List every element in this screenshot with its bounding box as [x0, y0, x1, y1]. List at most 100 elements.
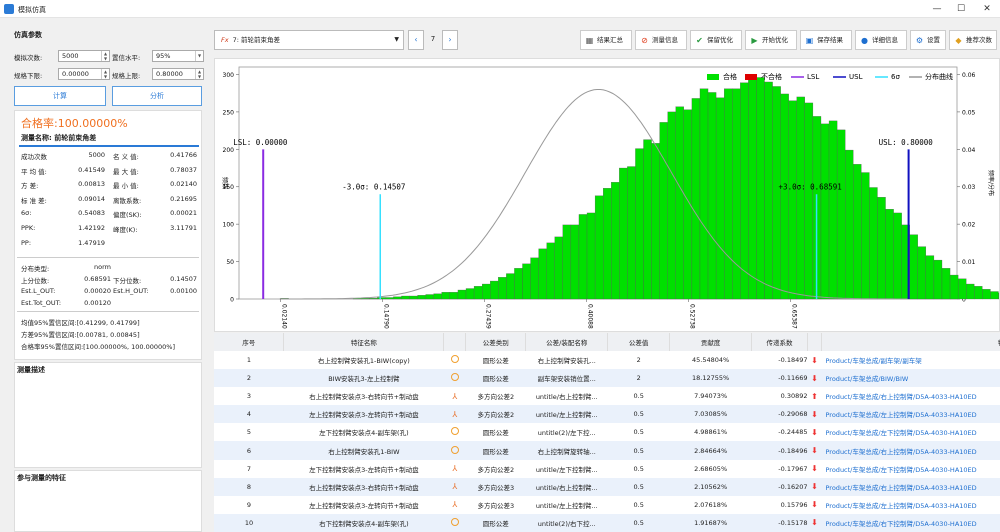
cell-feature-link[interactable]: Product/车架总成/左上控制臂/D5A-4033-HA10ED — [822, 496, 1000, 514]
keep-optimize-button[interactable]: ✔ 保留优化 — [690, 30, 742, 50]
toolbar: Fx 7: 前轮前束角差 ▼ ‹ 7 › ▦ 结果汇总 ⊘ 测量信息 ✔ 保留优化 ▶ 开… — [214, 30, 1000, 52]
col-feature-name[interactable]: 特征名称 — [283, 333, 445, 351]
table-row[interactable]: 3 右上控制臂安装点3-右转向节+制动盘 ⅄ 多方向公差2 untitle/右上控制臂.… — [214, 387, 1000, 405]
prev-button[interactable]: ‹ — [408, 30, 424, 50]
spin-arrows-icon[interactable]: ▲ ▼ — [195, 69, 203, 79]
col-feature[interactable]: 特征 — [821, 333, 1000, 351]
save-icon: ▣ — [805, 36, 814, 45]
spin-arrows-icon[interactable]: ▲ ▼ — [101, 51, 109, 61]
table-row[interactable]: 4 左上控制臂安装点3-左转向节+制动盘 ⅄ 多方向公差2 untitle/左上控制臂.… — [214, 405, 1000, 424]
col-index[interactable]: 序号 — [214, 333, 285, 351]
col-icon[interactable] — [443, 333, 467, 351]
histogram-svg: 0 050 0.01100 0.02150 0.03200 0.04250 0.05300 0… — [221, 66, 1000, 329]
cell-feature-link[interactable]: Product/车架总成/左上控制臂/D5A-4033-HA10ED — [821, 405, 1000, 424]
measure-select[interactable]: Fx 7: 前轮前束角差 ▼ — [214, 30, 404, 50]
pass-rate: 合格率:100.00000% — [21, 117, 128, 130]
confidence-row: 置信水平: 95% ▼ — [112, 50, 204, 62]
settings-button[interactable]: ⚙ 设置 — [910, 30, 946, 50]
cell-index: 4 — [214, 405, 284, 424]
chevron-down-icon[interactable]: ▼ — [195, 51, 203, 61]
arrow-down-icon: ⬇ — [811, 355, 818, 365]
histogram-bar — [377, 297, 386, 300]
table-row[interactable]: 9 左上控制臂安装点3-左转向节+制动盘 ⅄ 多方向公差3 untitle/左上控制臂.… — [214, 496, 1000, 514]
histogram-bar — [691, 98, 701, 300]
spin-arrows-icon[interactable]: ▲ ▼ — [101, 69, 109, 79]
save-result-button[interactable]: ▣ 保存结果 — [800, 30, 852, 50]
histogram-bar — [998, 292, 1000, 300]
histogram-bar — [853, 164, 862, 300]
col-tol-value[interactable]: 公差值 — [607, 333, 671, 351]
analyze-button[interactable]: 分析 — [112, 86, 202, 106]
cell-feature-link[interactable]: Product/车架总成/右上控制臂/D5A-4033-HA10ED — [821, 441, 1000, 460]
y-tick-right-label: 0.01 — [962, 259, 976, 266]
recommend-count-button[interactable]: ◆ 推荐次数 — [949, 30, 997, 50]
minimize-button[interactable]: — — [930, 4, 944, 14]
lower-limit-input[interactable]: 0.00000 ▲ ▼ — [58, 68, 110, 80]
measure-description-panel[interactable]: 测量描述 — [14, 362, 202, 468]
col-dir[interactable] — [807, 333, 822, 351]
summary-button[interactable]: ▦ 结果汇总 — [580, 30, 632, 50]
histogram-bar — [369, 298, 378, 300]
arrow-down-icon: ⬇ — [811, 518, 818, 528]
cell-contribution: 4.98861% — [694, 428, 728, 437]
histogram-bar — [820, 123, 830, 300]
cell-tol-type: 多方向公差3 — [465, 477, 526, 496]
maximize-button[interactable]: ☐ — [954, 4, 968, 14]
cell-feature-name: 右上控制臂安装点3-右转向节+制动盘 — [309, 393, 419, 402]
measure-info-button[interactable]: ⊘ 测量信息 — [635, 30, 687, 50]
confidence-select[interactable]: 95% ▼ — [152, 50, 204, 62]
cell-feature-link[interactable]: Product/车架总成/右下控制臂/D5A-4030-HA10ED — [821, 513, 1000, 532]
details-button[interactable]: ● 详细信息 — [855, 30, 907, 50]
y-tick-label: 0 — [230, 297, 234, 304]
multi-direction-icon: ⅄ — [452, 482, 458, 492]
histogram-bar — [538, 248, 547, 300]
cell-feature-link[interactable]: Product/车架总成/右上控制臂/D5A-4033-HA10ED — [821, 477, 1000, 496]
x-tick-label: 0.14790 — [383, 304, 390, 329]
cell-index: 9 — [246, 500, 252, 509]
histogram-bar — [667, 111, 676, 300]
next-button[interactable]: › — [442, 30, 458, 50]
table-row[interactable]: 5 左下控制臂安装点4-副车架(孔) 圆形公差 untitle(2)/左下控... 0.… — [214, 423, 1000, 441]
table-row[interactable]: 10 右下控制臂安装点4-副车架(孔) 圆形公差 untitle(2)/右下控... 0… — [214, 513, 1000, 532]
ci-pass-rate: 合格率95%置信区间:[100.00000%, 100.00000%] — [21, 343, 175, 351]
title-bar: 模拟仿真 — ☐ ✕ — [0, 0, 1000, 18]
cell-feature-name: 右上控制臂安装点3-右转向节+制动盘 — [283, 477, 444, 496]
histogram-bar — [425, 294, 434, 300]
cell-index: 3 — [246, 392, 252, 401]
histogram-bar — [675, 106, 684, 300]
start-optimize-button[interactable]: ▶ 开始优化 — [745, 30, 797, 50]
calculate-button[interactable]: 计算 — [14, 86, 106, 106]
col-tol-name[interactable]: 公差/装配名称 — [525, 333, 609, 351]
upper-limit-input[interactable]: 0.80000 ▲ ▼ — [152, 68, 204, 80]
table-row[interactable]: 6 右上控制臂安装孔1-BIW 圆形公差 右上控制臂旋转轴... 0.5 2.84664%… — [214, 441, 1000, 460]
cell-feature-link[interactable]: Product/车架总成/右上控制臂/D5A-4033-HA10ED — [822, 387, 1000, 405]
col-coef[interactable]: 传递系数 — [751, 333, 809, 351]
cell-tol-name: 右上控制臂安装孔... — [537, 357, 596, 366]
cell-contribution: 7.03085% — [669, 405, 752, 424]
no-entry-icon: ⊘ — [641, 36, 648, 45]
histogram-chart: 0 0 50 0.01 100 0.02 150 0.03 200 0.04 250 0.05 300 0… — [214, 58, 1000, 332]
page-number: 7 — [430, 35, 436, 43]
cell-icon — [443, 513, 466, 532]
chevron-down-icon[interactable]: ▼ — [394, 31, 399, 49]
col-tol-type[interactable]: 公差类别 — [465, 333, 527, 351]
cell-contribution: 1.91687% — [669, 513, 752, 532]
x-tick-label: 0.27439 — [485, 304, 492, 329]
x-tick-label: 0.02140 — [280, 304, 287, 329]
histogram-bar — [457, 289, 467, 300]
features-panel[interactable]: 参与测量的特征 — [14, 470, 202, 532]
histogram-bar — [748, 75, 757, 300]
cell-feature-link[interactable]: Product/车架总成/左下控制臂/D5A-4030-HA10ED — [822, 460, 1000, 478]
table-row[interactable]: 7 左下控制臂安装点3-左转向节+制动盘 ⅄ 多方向公差2 untitle/左下控制臂.… — [214, 460, 1000, 478]
cell-feature-link[interactable]: Product/车架总成/BIW/BIW — [821, 369, 1000, 388]
cell-feature-link[interactable]: Product/车架总成/副车架/副车架 — [822, 351, 1000, 369]
col-contribution[interactable]: 贡献度 — [669, 333, 753, 351]
cell-dir: ⬇ — [808, 423, 822, 441]
cell-feature-link[interactable]: Product/车架总成/左下控制臂/D5A-4030-HA10ED — [822, 423, 1000, 441]
table-row[interactable]: 8 右上控制臂安装点3-右转向节+制动盘 ⅄ 多方向公差3 untitle/右上控制臂.… — [214, 477, 1000, 496]
sim-count-input[interactable]: 5000 ▲ ▼ — [58, 50, 110, 62]
table-row[interactable]: 2 BIW安装孔3-左上控制臂 圆形公差 副车架安装销位置... 2 18.12755% -… — [214, 369, 1000, 388]
table-row[interactable]: 1 右上控制臂安装孔1-BIW(copy) 圆形公差 右上控制臂安装孔... 2 45.5… — [214, 351, 1000, 369]
close-button[interactable]: ✕ — [980, 4, 994, 14]
circle-tolerance-icon — [450, 427, 459, 436]
